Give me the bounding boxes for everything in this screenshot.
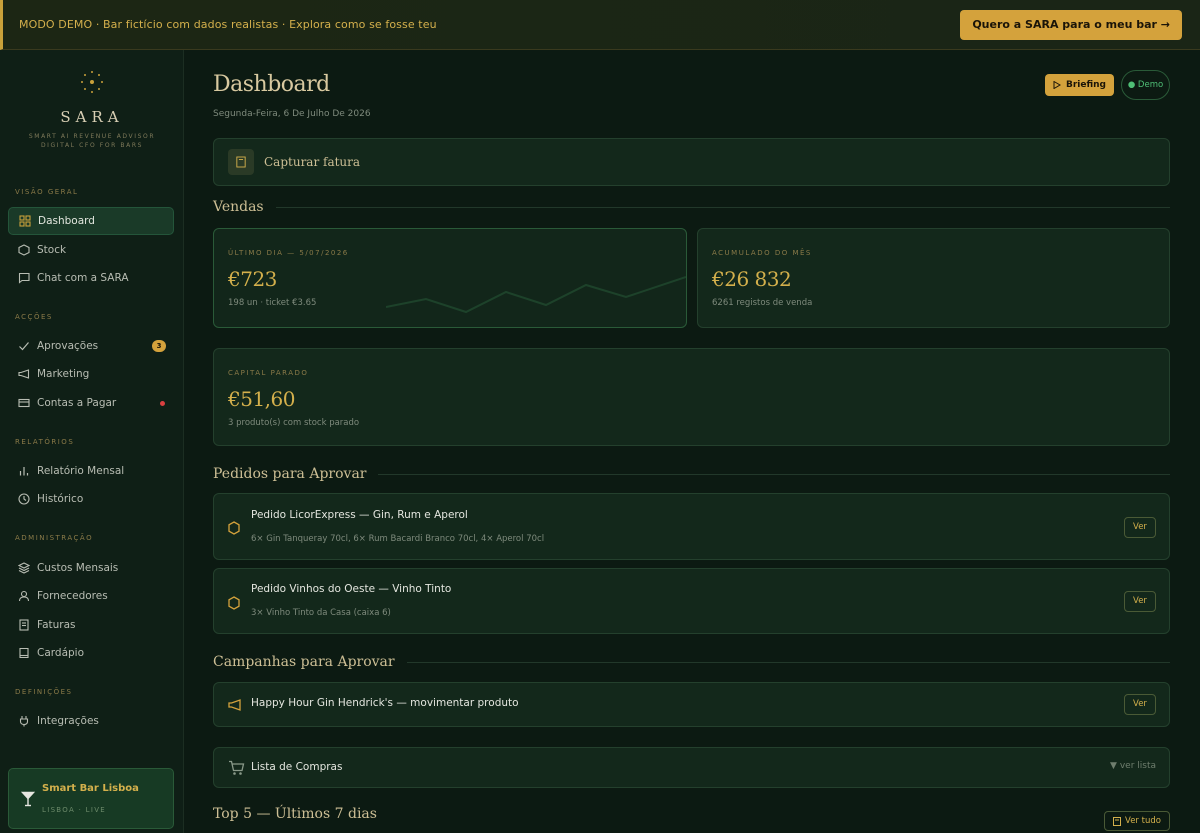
month-value: €26 832 xyxy=(712,267,792,291)
play-icon xyxy=(1053,81,1061,89)
clock-icon xyxy=(18,493,30,505)
sidebar-item-history[interactable]: Histórico xyxy=(8,485,174,513)
get-sara-button[interactable]: Quero a SARA para o meu bar → xyxy=(960,9,1182,40)
demo-banner: MODO DEMO · Bar fictício com dados reali… xyxy=(0,0,1200,50)
view-order-button[interactable]: Ver xyxy=(1124,517,1156,538)
nav-section-overview: VISÃO GERAL xyxy=(15,188,79,196)
page-title: Dashboard xyxy=(213,72,330,97)
view-order-button[interactable]: Ver xyxy=(1124,591,1156,612)
sidebar-item-monthly-report[interactable]: Relatório Mensal xyxy=(8,457,174,485)
kpi-last-day: ÚLTIMO DIA — 5/07/2026 €723 198 un · tic… xyxy=(213,228,687,328)
order-item[interactable]: Pedido LicorExpress — Gin, Rum e Aperol … xyxy=(213,493,1170,560)
payables-alert-dot xyxy=(160,401,165,406)
nav-section-actions: ACÇÕES xyxy=(15,313,53,321)
bar-status: LISBOA · LIVE xyxy=(42,806,107,814)
receipt-icon xyxy=(18,619,30,631)
bar-chart-icon xyxy=(18,465,30,477)
view-all-button[interactable]: Ver tudo xyxy=(1104,811,1170,831)
sara-logo-icon xyxy=(80,70,104,94)
grid-icon xyxy=(19,215,31,227)
credit-card-icon xyxy=(18,397,30,409)
book-icon xyxy=(18,647,30,659)
capture-invoice-card[interactable]: Capturar fatura xyxy=(213,138,1170,186)
invoice-scan-icon xyxy=(228,149,254,175)
sidebar-item-suppliers[interactable]: Fornecedores xyxy=(8,582,174,610)
megaphone-icon xyxy=(228,699,241,711)
sidebar-item-dashboard[interactable]: Dashboard xyxy=(8,207,174,235)
cocktail-glass-icon xyxy=(20,791,36,807)
kpi-idle-capital: CAPITAL PARADO €51,60 3 produto(s) com s… xyxy=(213,348,1170,446)
package-icon xyxy=(228,596,240,610)
nav-section-admin: ADMINISTRAÇÃO xyxy=(15,534,94,542)
order-item[interactable]: Pedido Vinhos do Oeste — Vinho Tinto 3× … xyxy=(213,568,1170,634)
shopping-list-card[interactable]: Lista de Compras ▼ ver lista xyxy=(213,747,1170,788)
brand-tagline: SMART AI REVENUE ADVISOR DIGITAL CFO FOR… xyxy=(28,133,156,149)
brand-name: SARA xyxy=(60,108,124,126)
orders-section-title: Pedidos para Aprovar xyxy=(213,466,1170,482)
shopping-list-toggle[interactable]: ▼ ver lista xyxy=(1110,761,1156,771)
idle-capital-value: €51,60 xyxy=(228,387,295,411)
demo-status-pill: ● Demo xyxy=(1121,70,1170,100)
top5-section-title: Top 5 — Últimos 7 dias xyxy=(213,806,377,822)
briefing-button[interactable]: Briefing xyxy=(1045,74,1114,96)
megaphone-icon xyxy=(18,368,30,380)
nav-section-reports: RELATÓRIOS xyxy=(15,438,75,446)
sidebar-item-menu[interactable]: Cardápio xyxy=(8,639,174,667)
last-day-value: €723 xyxy=(228,267,277,291)
user-icon xyxy=(18,590,30,602)
sidebar-item-invoices[interactable]: Faturas xyxy=(8,611,174,639)
sales-section-title: Vendas xyxy=(213,199,1170,215)
package-icon xyxy=(228,521,240,535)
bar-selector-card[interactable]: Smart Bar Lisboa LISBOA · LIVE xyxy=(8,768,174,829)
sales-sparkline xyxy=(386,276,686,314)
bar-name: Smart Bar Lisboa xyxy=(42,783,139,794)
shopping-cart-icon xyxy=(229,760,245,775)
sidebar-item-integrations[interactable]: Integrações xyxy=(8,707,174,735)
kpi-month: ACUMULADO DO MÊS €26 832 6261 registos d… xyxy=(697,228,1170,328)
brand-logo[interactable]: SARA SMART AI REVENUE ADVISOR DIGITAL CF… xyxy=(0,70,184,150)
campaigns-section-title: Campanhas para Aprovar xyxy=(213,654,1170,670)
chat-icon xyxy=(18,272,30,284)
main-content: Dashboard Segunda-Feira, 6 De Julho De 2… xyxy=(184,50,1200,833)
campaign-item[interactable]: Happy Hour Gin Hendrick's — movimentar p… xyxy=(213,682,1170,727)
sidebar-item-stock[interactable]: Stock xyxy=(8,236,174,264)
receipt-icon xyxy=(1113,816,1122,826)
sidebar: SARA SMART AI REVENUE ADVISOR DIGITAL CF… xyxy=(0,50,184,833)
sidebar-item-approvals[interactable]: Aprovações 3 xyxy=(8,332,174,360)
view-campaign-button[interactable]: Ver xyxy=(1124,694,1156,715)
page-date: Segunda-Feira, 6 De Julho De 2026 xyxy=(213,109,371,119)
layers-icon xyxy=(18,562,30,574)
sidebar-item-marketing[interactable]: Marketing xyxy=(8,360,174,388)
box-icon xyxy=(18,244,30,256)
sidebar-item-payables[interactable]: Contas a Pagar xyxy=(8,389,174,417)
sidebar-item-chat[interactable]: Chat com a SARA xyxy=(8,264,174,292)
sidebar-item-monthly-costs[interactable]: Custos Mensais xyxy=(8,554,174,582)
approvals-count-badge: 3 xyxy=(152,340,166,352)
check-icon xyxy=(18,340,30,352)
capture-invoice-label: Capturar fatura xyxy=(264,155,361,169)
demo-banner-text: MODO DEMO · Bar fictício com dados reali… xyxy=(19,18,437,31)
plug-icon xyxy=(18,715,30,727)
nav-section-settings: DEFINIÇÕES xyxy=(15,688,73,696)
